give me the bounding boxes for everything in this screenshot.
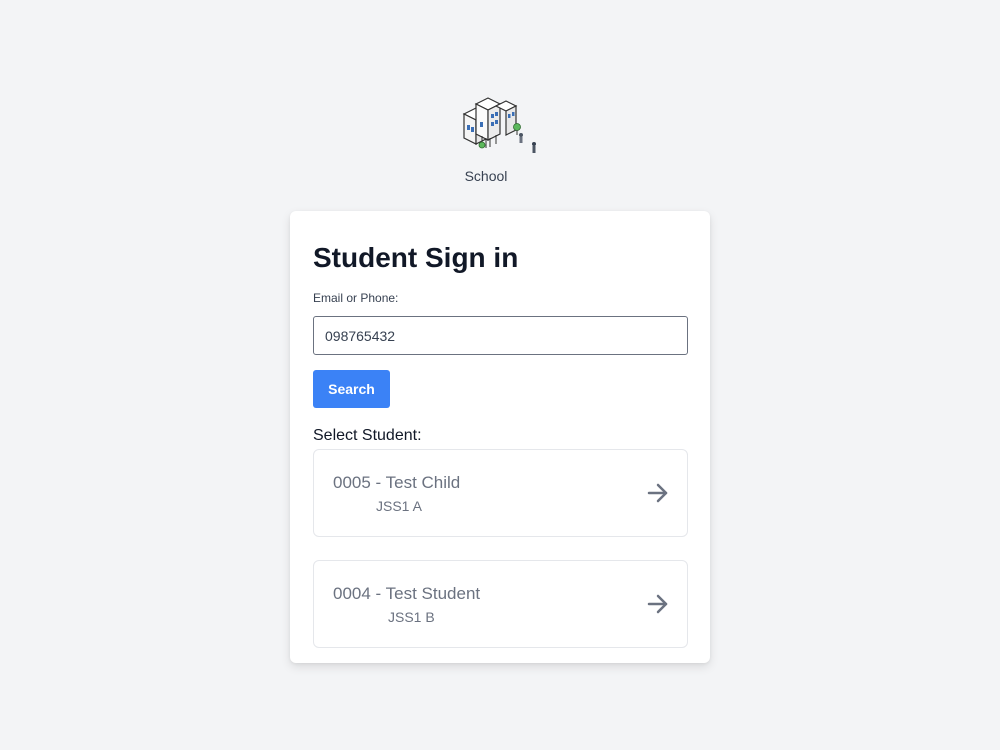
search-button[interactable]: Search bbox=[313, 370, 390, 408]
page-title: Student Sign in bbox=[313, 242, 519, 273]
page: School Student Sign in Email or Phone: S… bbox=[0, 0, 1000, 750]
arrow-right-icon bbox=[647, 483, 668, 503]
arrow-right-icon bbox=[647, 594, 668, 614]
select-student-label: Select Student: bbox=[313, 427, 422, 444]
student-class: JSS1 B bbox=[388, 609, 435, 625]
student-item-0005[interactable]: 0005 - Test Child JSS1 A bbox=[313, 449, 688, 537]
school-name: School bbox=[464, 168, 508, 184]
student-class: JSS1 A bbox=[376, 498, 422, 514]
email-phone-label: Email or Phone: bbox=[313, 291, 399, 305]
student-name: 0004 - Test Student bbox=[333, 584, 481, 603]
school-building-icon bbox=[462, 97, 536, 153]
signin-card: Student Sign in Email or Phone: Search S… bbox=[290, 211, 710, 663]
school-logo bbox=[440, 92, 540, 160]
student-item-0004[interactable]: 0004 - Test Student JSS1 B bbox=[313, 560, 688, 648]
email-phone-input[interactable] bbox=[313, 316, 688, 355]
student-name: 0005 - Test Child bbox=[333, 473, 461, 492]
